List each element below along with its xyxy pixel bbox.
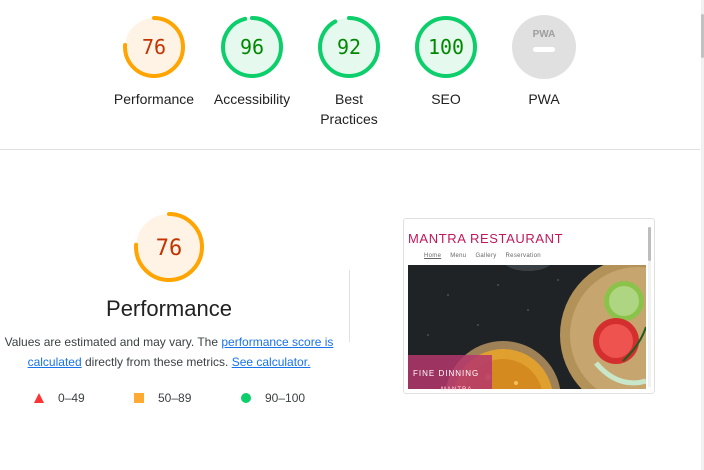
gauge-best-practices-ring: 92 (318, 16, 380, 78)
section-divider (0, 149, 700, 150)
pwa-badge-text: PWA (533, 29, 556, 40)
legend-fail: 0–49 (33, 388, 85, 408)
legend-average: 50–89 (133, 388, 191, 408)
see-calculator-link[interactable]: See calculator. (232, 355, 311, 369)
gauge-accessibility[interactable]: 96 Accessibility (202, 14, 302, 109)
screenshot-nav-menu: Menu (450, 253, 467, 259)
vertical-separator (349, 270, 350, 342)
screenshot-nav-gallery: Gallery (475, 253, 497, 259)
performance-gauge-score: 76 (156, 236, 183, 261)
performance-title: Performance (106, 296, 232, 321)
gauge-seo-label: SEO (431, 91, 461, 107)
screenshot-brand: MANTRA RESTAURANT (408, 231, 564, 246)
performance-description: Values are estimated and may vary. The p… (0, 332, 338, 372)
screenshot-scrollbar (648, 227, 651, 387)
gauge-pwa-label: PWA (528, 91, 560, 107)
gauge-performance-label: Performance (113, 91, 195, 107)
final-screenshot[interactable]: MANTRA RESTAURANT Home Menu Gallery Rese… (403, 218, 655, 394)
desc-prefix: Values are estimated and may vary. The (4, 335, 222, 349)
screenshot-hero-subtitle: MANTRA (441, 387, 473, 393)
gauge-accessibility-score: 96 (240, 35, 264, 59)
screenshot-nav-reservation: Reservation (505, 253, 541, 259)
gauge-accessibility-ring: 96 (221, 16, 283, 78)
legend-pass-label: 90–100 (265, 391, 306, 405)
screenshot-scrollbar-thumb (648, 227, 651, 261)
pwa-badge-icon: PWA (512, 15, 576, 79)
category-gauges: 76 Performance 96 Accessibility 92 Best … (0, 0, 704, 150)
legend-average-label: 50–89 (158, 391, 192, 405)
legend-fail-label: 0–49 (58, 391, 85, 405)
screenshot-nav: Home Menu Gallery Reservation (424, 253, 541, 259)
gauge-seo[interactable]: 100 SEO (396, 14, 496, 109)
gauge-performance[interactable]: 76 Performance (104, 14, 204, 109)
gauge-performance-ring: 76 (123, 16, 185, 78)
gauge-best-practices-label: Best Practices (320, 91, 378, 127)
gauge-best-practices-score: 92 (337, 35, 361, 59)
gauge-seo-ring: 100 (415, 16, 477, 78)
gauge-performance-score: 76 (142, 35, 166, 59)
gauge-accessibility-label: Accessibility (213, 91, 291, 107)
legend-average-square-icon (134, 393, 144, 403)
gauge-best-practices[interactable]: 92 Best Practices (299, 14, 399, 129)
legend-pass: 90–100 (240, 388, 305, 408)
performance-gauge: 76 (134, 212, 204, 282)
legend-pass-circle-icon (241, 393, 251, 403)
gauge-seo-score: 100 (428, 35, 464, 59)
screenshot-hero-title: FINE DINNING (413, 369, 480, 378)
desc-mid: directly from these metrics. (81, 355, 232, 369)
gauge-pwa[interactable]: PWA PWA (494, 14, 594, 109)
legend-fail-triangle-icon (34, 393, 44, 403)
screenshot-nav-home: Home (424, 253, 442, 259)
